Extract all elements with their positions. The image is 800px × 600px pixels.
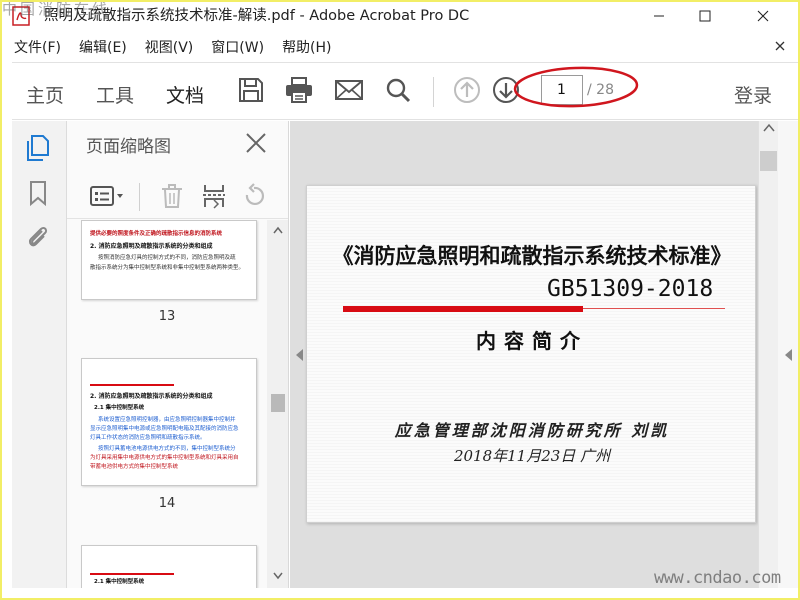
document-date: 2018年11月23日 广州 [453,447,611,465]
delete-page-icon[interactable] [159,183,189,209]
bookmark-icon[interactable] [24,179,52,207]
print-icon[interactable] [282,73,316,107]
minimize-button[interactable] [636,0,682,32]
thumb-text-line: 散指示系统分为集中控制型系统和非集中控制型系统两种类型。 [90,265,245,271]
toolbar-separator [433,77,434,107]
save-icon[interactable] [234,73,268,107]
page-thumbnails-panel: 页面缩略图 提供必要的照度条件及正确的疏散指示信息的消防系统 2. 消防应急照明… [67,121,289,588]
panel-toolbar [67,173,288,219]
right-pane-strip [778,121,798,588]
menu-help[interactable]: 帮助(H) [282,37,331,57]
thumbnail-page-13[interactable]: 提供必要的照度条件及正确的疏散指示信息的消防系统 2. 消防应急照明及疏散指示系… [81,220,257,300]
maximize-button[interactable] [682,0,728,32]
thumb-text-line: 按照灯具蓄电池电源供电方式的不同，集中控制型系统分 [98,446,236,452]
red-ellipse-annotation [513,66,639,108]
login-button[interactable]: 登录 [734,81,772,108]
watermark-top: 中国消防在线 [2,0,111,18]
panel-toolbar-separator [139,183,140,211]
prev-page-icon[interactable] [450,73,484,107]
thumb-text-line: 为灯具采用集中电源供电方式的集中控制型系统和灯具采用自 [90,455,239,461]
tab-document[interactable]: 文档 [166,81,204,108]
close-document-icon[interactable] [772,38,788,54]
title-bar[interactable]: 照明及疏散指示系统技术标准-解读.pdf - Adobe Acrobat Pro… [0,0,800,32]
document-title: 《消防应急照明和疏散指示系统技术标准》 [332,243,732,268]
toolbar: 主页 工具 文档 1 / 28 登录 [12,62,800,120]
thumb-text-line: 显示应急照明集中电源或应急照明配电箱及其配接的消防应急 [90,426,239,432]
thumb-text-line: 按照消防应急灯具的控制方式的不同，消防应急照明及疏 [98,255,236,261]
menu-view[interactable]: 视图(V) [145,37,194,57]
menu-edit[interactable]: 编辑(E) [79,37,127,57]
menu-window[interactable]: 窗口(W) [211,37,264,57]
thumb-text-line: 灯具工作状态的消防应急照明和疏散指示系统。 [90,435,206,441]
document-author: 应急管理部沈阳消防研究所 刘凯 [394,421,670,440]
scroll-up-icon[interactable] [273,226,283,234]
extract-page-icon[interactable] [201,183,231,209]
document-view[interactable]: 《消防应急照明和疏散指示系统技术标准》 GB51309-2018 内容简介 应急… [290,121,758,588]
thumb-text-line: 系统设置应急照明控制器，由应急照明控制器集中控制并 [98,417,236,423]
thumb-text-line: 2.1 集中控制型系统 [94,405,145,411]
thumbnail-page-14[interactable]: 2. 消防应急照明及疏散指示系统的分类和组成 2.1 集中控制型系统 系统设置应… [81,358,257,486]
thumb-text-line: 提供必要的照度条件及正确的疏散指示信息的消防系统 [90,231,223,237]
page-thumbnails-icon[interactable] [24,134,52,162]
title-red-line [583,308,725,309]
tab-home[interactable]: 主页 [26,81,64,108]
options-menu-icon[interactable] [89,183,123,209]
menu-file[interactable]: 文件(F) [14,37,61,57]
attachment-icon[interactable] [24,223,52,251]
document-scroll-thumb[interactable] [760,151,777,171]
thumbnail-page-number: 14 [158,496,176,511]
expand-right-pane-icon[interactable] [783,348,793,362]
document-scrollbar[interactable] [758,121,778,588]
scroll-down-icon[interactable] [273,572,283,580]
scroll-up-icon[interactable] [763,123,775,133]
tab-tools[interactable]: 工具 [96,81,134,108]
document-subtitle: 内容简介 [476,329,588,353]
thumb-red-rule [90,573,174,575]
pdf-page: 《消防应急照明和疏散指示系统技术标准》 GB51309-2018 内容简介 应急… [306,185,756,523]
collapse-left-arrow-icon[interactable] [294,348,304,362]
rotate-page-icon[interactable] [241,183,271,209]
standard-code: GB51309-2018 [547,276,714,302]
panel-title: 页面缩略图 [86,137,171,157]
email-icon[interactable] [332,73,366,107]
thumb-text-line: 带蓄电池供电方式的集中控制型系统 [90,464,179,470]
thumb-text-line: 2. 消防应急照明及疏散指示系统的分类和组成 [90,393,213,400]
thumb-text-line: 2. 消防应急照明及疏散指示系统的分类和组成 [90,243,213,250]
thumb-text-line: 2.1 集中控制型系统 [94,579,145,585]
close-panel-icon[interactable] [245,132,267,154]
thumb-red-rule [90,384,174,386]
menu-bar: 文件(F) 编辑(E) 视图(V) 窗口(W) 帮助(H) [0,34,800,60]
thumbnail-page-15[interactable]: 2.1 集中控制型系统 [81,545,257,588]
thumbnail-list: 提供必要的照度条件及正确的疏散指示信息的消防系统 2. 消防应急照明及疏散指示系… [67,220,267,588]
search-icon[interactable] [381,73,415,107]
navigation-rail [12,121,67,588]
thumbnail-page-number: 13 [158,309,176,324]
title-red-bar [343,306,583,312]
thumbnail-scroll-thumb[interactable] [271,394,285,412]
thumbnail-scrollbar[interactable] [267,220,288,588]
watermark-bottom: www.cndao.com [654,568,781,588]
close-window-button[interactable] [740,0,786,32]
